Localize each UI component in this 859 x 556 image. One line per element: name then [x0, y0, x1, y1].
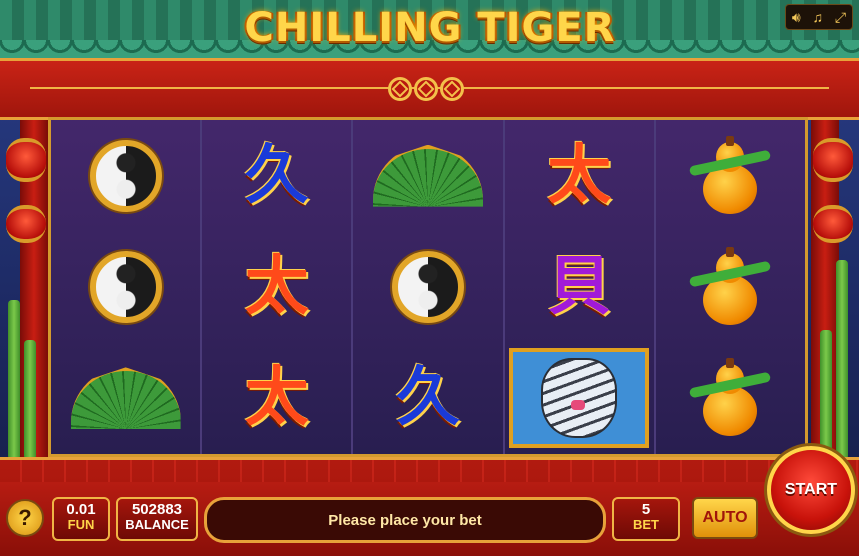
kanji-red-symbol: 太	[244, 360, 309, 436]
help-button[interactable]: ?	[6, 499, 44, 537]
lantern-icon	[6, 205, 46, 243]
panel-frieze	[0, 460, 859, 482]
auto-button[interactable]: AUTO	[692, 497, 758, 539]
reel-1	[51, 120, 203, 454]
reel-cell	[353, 231, 502, 342]
gourd-symbol	[689, 246, 772, 327]
reel-cell	[51, 343, 200, 454]
coin-label: FUN	[67, 517, 95, 532]
reel-cell	[656, 231, 805, 342]
reel-cell: 久	[202, 120, 351, 231]
tiger-icon	[541, 358, 618, 439]
coin-value: 0.01	[66, 501, 96, 518]
coin-icon	[388, 77, 412, 101]
lantern-icon	[813, 138, 853, 182]
reel-cell	[353, 120, 502, 231]
top-icon-bar: 🔊︎ ♫ ⤢	[785, 4, 853, 30]
reel-cell: 貝	[505, 231, 654, 342]
bet-selector[interactable]: 5 BET	[612, 497, 680, 541]
reel-grid: 久 太 太 久 太 貝	[48, 117, 808, 457]
reel-cell	[51, 120, 200, 231]
kanji-red-symbol: 太	[547, 137, 612, 213]
balance-display: 502883 BALANCE	[116, 497, 198, 541]
yin-yang-symbol	[89, 250, 162, 323]
bamboo-icon	[8, 300, 20, 460]
kanji-purple-symbol: 貝	[547, 248, 612, 324]
reel-cell: 久	[353, 343, 502, 454]
yin-yang-symbol	[392, 250, 464, 323]
balance-value: 502883	[131, 501, 183, 518]
reel-cell	[505, 343, 654, 454]
fullscreen-icon[interactable]: ⤢	[835, 10, 846, 24]
start-button[interactable]: START	[767, 446, 855, 534]
lantern-icon	[813, 205, 853, 243]
reel-3: 久	[353, 120, 505, 454]
gourd-symbol	[689, 135, 772, 216]
reel-cell	[656, 343, 805, 454]
coin-icon	[414, 77, 438, 101]
coin-value-selector[interactable]: 0.01 FUN	[52, 497, 110, 541]
reel-cell	[51, 231, 200, 342]
kanji-blue-symbol: 久	[244, 137, 309, 213]
reel-4: 太 貝	[504, 120, 656, 454]
reel-2: 久 太 太	[202, 120, 354, 454]
reel-cell: 太	[505, 120, 654, 231]
bamboo-icon	[820, 330, 832, 460]
gourd-symbol	[689, 358, 772, 438]
reel-5	[655, 120, 806, 454]
reel-cell: 太	[202, 231, 351, 342]
bamboo-icon	[24, 340, 36, 460]
bamboo-icon	[836, 260, 848, 460]
reel-cell	[656, 120, 805, 231]
kanji-blue-symbol: 久	[396, 360, 460, 436]
lantern-icon	[6, 138, 46, 182]
bet-label: BET	[633, 517, 659, 532]
coin-icon	[440, 77, 464, 101]
reel-cell: 太	[202, 343, 351, 454]
status-message: Please place your bet	[204, 497, 606, 543]
fan-symbol	[373, 144, 483, 207]
balance-label: BALANCE	[125, 517, 189, 532]
kanji-red-symbol: 太	[244, 248, 309, 324]
yin-yang-symbol	[89, 139, 162, 212]
bet-value: 5	[641, 501, 651, 518]
speaker-icon[interactable]: 🔊︎	[792, 10, 801, 24]
music-icon[interactable]: ♫	[813, 10, 824, 24]
coin-ornament	[388, 77, 464, 101]
game-title: CHILLING TIGER	[244, 5, 616, 51]
tiger-wild-symbol	[509, 348, 650, 449]
fan-symbol	[70, 367, 181, 430]
